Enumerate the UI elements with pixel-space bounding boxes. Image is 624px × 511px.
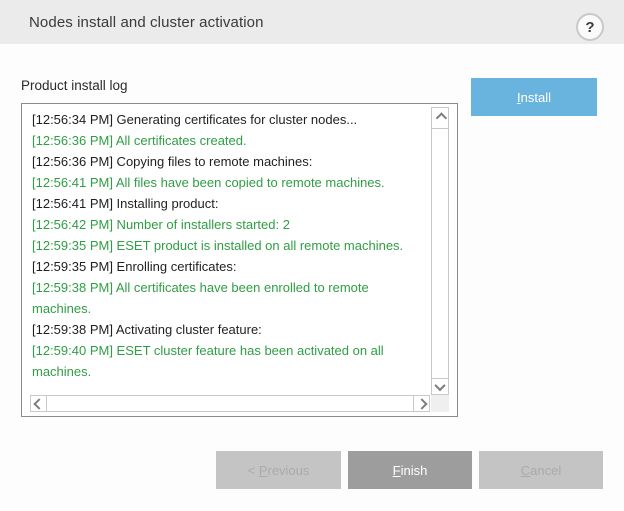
cancel-button-label: C: [521, 463, 530, 478]
chevron-left-icon: [33, 398, 44, 409]
chevron-down-icon: [434, 379, 445, 390]
log-entry: [12:59:40 PM] ESET cluster feature has b…: [32, 340, 424, 382]
previous-button-label: P: [259, 463, 268, 478]
help-button[interactable]: ?: [576, 13, 604, 41]
product-install-log[interactable]: [12:56:34 PM] Generating certificates fo…: [21, 103, 458, 417]
chevron-right-icon: [416, 398, 427, 409]
question-mark-icon: ?: [585, 19, 594, 36]
log-entry: [12:56:41 PM] All files have been copied…: [32, 172, 424, 193]
dialog-header: Nodes install and cluster activation ?: [0, 0, 624, 44]
product-install-log-label: Product install log: [21, 78, 128, 93]
product-install-log-content: [12:56:34 PM] Generating certificates fo…: [32, 109, 424, 382]
page-title: Nodes install and cluster activation: [29, 0, 264, 44]
log-entry: [12:56:36 PM] Copying files to remote ma…: [32, 151, 424, 172]
finish-button-label: F: [393, 463, 401, 478]
log-entry: [12:59:38 PM] All certificates have been…: [32, 277, 424, 319]
scroll-down-button[interactable]: [432, 378, 448, 394]
vertical-scrollbar[interactable]: [431, 107, 449, 395]
log-entry: [12:56:36 PM] All certificates created.: [32, 130, 424, 151]
log-entry: [12:56:41 PM] Installing product:: [32, 193, 424, 214]
scrollbar-corner: [431, 395, 449, 412]
log-entry: [12:56:34 PM] Generating certificates fo…: [32, 109, 424, 130]
cancel-button[interactable]: Cancel: [479, 451, 603, 489]
log-entry: [12:59:35 PM] Enrolling certificates:: [32, 256, 424, 277]
scroll-up-button[interactable]: [432, 108, 448, 129]
scroll-right-button[interactable]: [413, 396, 429, 411]
log-entry: [12:59:35 PM] ESET product is installed …: [32, 235, 424, 256]
log-entry: [12:59:38 PM] Activating cluster feature…: [32, 319, 424, 340]
scroll-left-button[interactable]: [31, 396, 47, 411]
finish-button[interactable]: Finish: [348, 451, 472, 489]
horizontal-scrollbar[interactable]: [30, 395, 430, 412]
log-entry: [12:56:42 PM] Number of installers start…: [32, 214, 424, 235]
chevron-up-icon: [436, 112, 447, 123]
previous-button[interactable]: < Previous: [216, 451, 341, 489]
install-button[interactable]: Install: [471, 78, 597, 116]
